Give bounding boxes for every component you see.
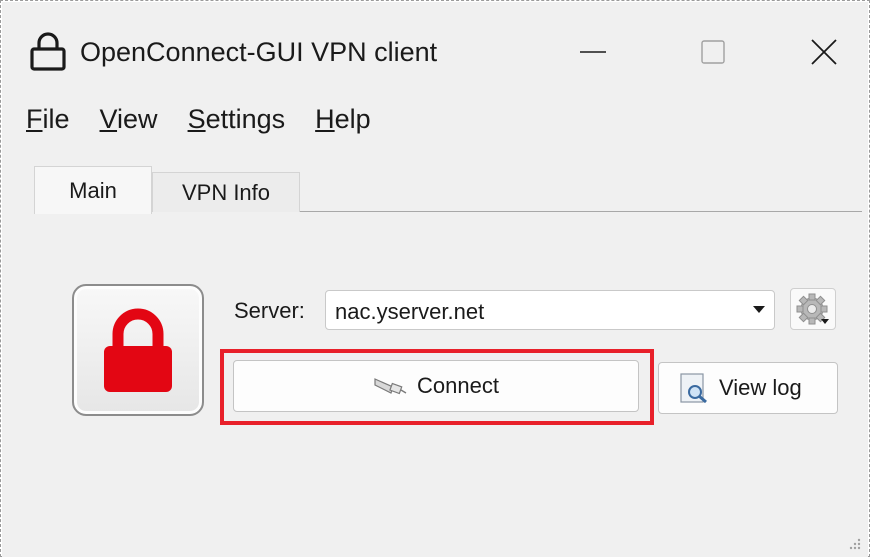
server-label: Server: (234, 298, 305, 323)
connection-status (72, 284, 204, 416)
menu-settings-label: ettings (205, 103, 286, 134)
tab-main-label: Main (69, 177, 117, 203)
chevron-down-icon (753, 306, 765, 313)
tab-vpn-info[interactable]: VPN Info (152, 172, 300, 212)
close-icon[interactable] (802, 30, 846, 74)
connect-button[interactable]: Connect (233, 360, 639, 412)
menu-view-label: iew (117, 103, 158, 134)
menu-view-accel: V (99, 103, 118, 134)
tab-vpn-info-label: VPN Info (181, 179, 271, 205)
tab-main[interactable]: Main (34, 166, 152, 214)
menu-help-accel: H (315, 103, 335, 134)
app-window: OpenConnect-GUI VPN client File View Set… (2, 2, 868, 557)
menu-file[interactable]: File (22, 104, 74, 135)
menu-file-accel: F (26, 103, 43, 134)
resize-grip-icon[interactable] (848, 537, 862, 551)
profile-settings-button[interactable] (790, 288, 836, 330)
menu-help[interactable]: Help (311, 104, 375, 135)
view-log-label: View log (719, 375, 802, 400)
title-bar[interactable]: OpenConnect-GUI VPN client (2, 2, 868, 90)
gear-icon (796, 293, 829, 325)
minimize-icon[interactable] (572, 30, 616, 74)
server-select[interactable]: nac.yserver.net (325, 290, 775, 330)
red-lock-icon (104, 308, 172, 392)
server-value: nac.yserver.net (335, 299, 485, 324)
menu-file-label: ile (42, 103, 70, 134)
lock-outline-icon (30, 32, 66, 71)
menu-settings-accel: S (187, 103, 206, 134)
maximize-icon[interactable] (692, 30, 736, 74)
log-document-icon (680, 373, 707, 404)
window-title: OpenConnect-GUI VPN client (80, 37, 438, 67)
tab-bar: Main VPN Info (34, 166, 864, 214)
connector-plug-icon (374, 378, 407, 395)
tab-divider (300, 211, 862, 212)
menu-settings[interactable]: Settings (184, 104, 290, 135)
menu-bar: File View Settings Help (2, 94, 868, 144)
view-log-button[interactable]: View log (658, 362, 838, 414)
connect-label: Connect (417, 373, 499, 398)
menu-help-label: elp (334, 103, 371, 134)
menu-view[interactable]: View (96, 104, 162, 135)
